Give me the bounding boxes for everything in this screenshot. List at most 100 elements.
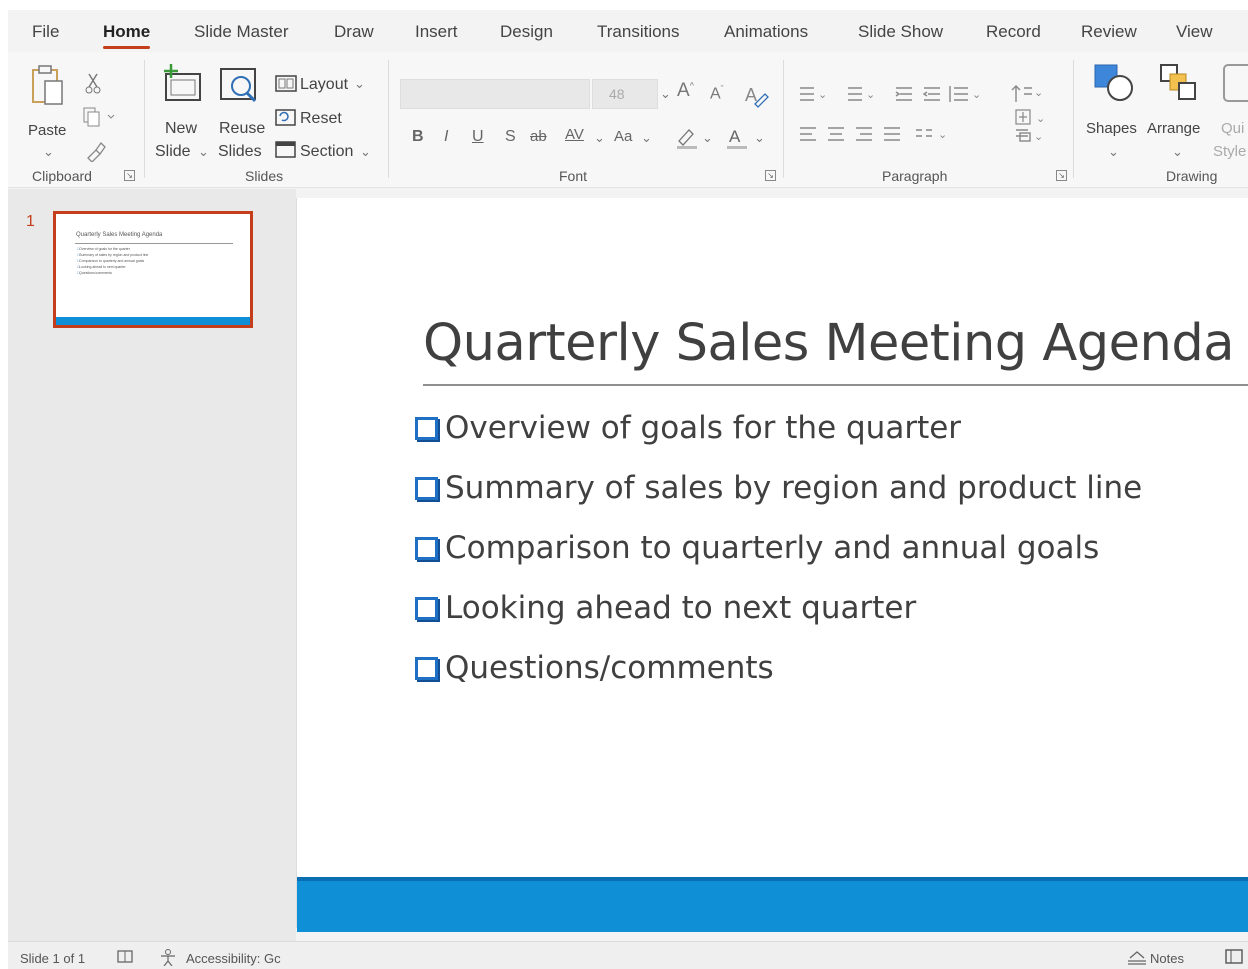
separator: [783, 60, 784, 178]
paragraph-launcher-icon[interactable]: ↘: [1056, 170, 1067, 181]
highlight-dropdown-icon[interactable]: ⌄: [702, 130, 713, 146]
layout-dropdown-icon[interactable]: ⌄: [354, 76, 365, 92]
new-slide-dropdown-icon[interactable]: ⌄: [198, 144, 209, 160]
slide-thumbnail[interactable]: Quarterly Sales Meeting Agenda Overview …: [53, 211, 253, 328]
clipboard-launcher-icon[interactable]: ↘: [124, 170, 135, 181]
font-size-value: 48: [609, 86, 625, 102]
highlight-icon[interactable]: [674, 124, 700, 150]
slide-title[interactable]: Quarterly Sales Meeting Agenda: [423, 314, 1234, 373]
character-spacing-icon[interactable]: AV: [565, 126, 584, 143]
slide-thumbnails-pane: 1 Quarterly Sales Meeting Agenda Overvie…: [8, 189, 296, 941]
thumbnail-title: Quarterly Sales Meeting Agenda: [76, 232, 163, 238]
change-case-icon[interactable]: Aa: [614, 128, 632, 145]
svg-text:A: A: [729, 127, 741, 146]
new-slide-icon[interactable]: [160, 62, 204, 104]
svg-text:⌄: ⌄: [972, 89, 981, 101]
reuse-slides-label-2[interactable]: Slides: [218, 143, 262, 161]
text-direction-icon[interactable]: ⌄: [1014, 106, 1054, 130]
reset-label[interactable]: Reset: [300, 110, 342, 128]
bullet-item[interactable]: Looking ahead to next quarter: [415, 578, 1142, 638]
increase-font-size-icon[interactable]: A^: [677, 80, 694, 102]
font-size-select[interactable]: 48: [592, 79, 658, 109]
slide-canvas[interactable]: Quarterly Sales Meeting Agenda Overview …: [296, 198, 1248, 932]
font-launcher-icon[interactable]: ↘: [765, 170, 776, 181]
layout-label[interactable]: Layout: [300, 76, 348, 94]
section-icon[interactable]: [274, 138, 298, 160]
quick-styles-icon[interactable]: [1220, 62, 1248, 106]
arrange-label[interactable]: Arrange: [1147, 120, 1200, 137]
arrange-icon[interactable]: [1158, 62, 1202, 106]
section-label[interactable]: Section: [300, 143, 353, 161]
slides-group-label: Slides: [245, 168, 284, 184]
italic-icon[interactable]: I: [444, 128, 448, 146]
new-slide-label-2[interactable]: Slide: [155, 143, 191, 161]
shapes-label[interactable]: Shapes: [1086, 120, 1137, 137]
strikethrough-icon[interactable]: ab: [530, 128, 547, 145]
font-color-icon[interactable]: A: [724, 124, 750, 150]
accessibility-icon[interactable]: [158, 948, 180, 966]
font-name-select[interactable]: [400, 79, 590, 109]
tab-animations[interactable]: Animations: [724, 22, 808, 42]
slide-footer-bar: [297, 877, 1248, 932]
svg-text:⌄: ⌄: [1034, 131, 1043, 143]
tab-slide-show[interactable]: Slide Show: [858, 22, 943, 42]
thumbnail-rule: [75, 243, 233, 244]
reuse-slides-label-1[interactable]: Reuse: [219, 120, 265, 138]
tab-transitions[interactable]: Transitions: [597, 22, 680, 42]
ribbon-home: Paste ⌄ Clipboard ↘ New Slide ⌄ Reuse Sl…: [8, 52, 1248, 188]
tab-home[interactable]: Home: [103, 22, 151, 49]
clear-formatting-icon[interactable]: A: [743, 82, 769, 108]
tab-design[interactable]: Design: [500, 22, 553, 42]
shapes-dropdown-icon[interactable]: ⌄: [1108, 144, 1119, 160]
tab-review[interactable]: Review: [1081, 22, 1137, 42]
decrease-font-size-icon[interactable]: Aˇ: [710, 84, 724, 103]
notes-button[interactable]: Notes: [1150, 951, 1184, 966]
separator: [388, 60, 389, 178]
thumbnail-footer-bar: [56, 317, 250, 325]
clipboard-group-label: Clipboard: [32, 168, 92, 184]
bullet-item[interactable]: Overview of goals for the quarter: [415, 398, 1142, 458]
character-spacing-dropdown-icon[interactable]: ⌄: [594, 130, 605, 146]
tab-file[interactable]: File: [32, 22, 59, 42]
ribbon-tabs: File Home Slide Master Draw Insert Desig…: [8, 10, 1248, 52]
drawing-group-label: Drawing: [1166, 168, 1218, 184]
svg-text:⌄: ⌄: [1036, 113, 1045, 125]
bullet-item[interactable]: Questions/comments: [415, 638, 1142, 698]
shapes-icon[interactable]: [1092, 62, 1140, 106]
tab-record[interactable]: Record: [986, 22, 1041, 42]
accessibility-status[interactable]: Accessibility: Gc: [186, 951, 281, 966]
quick-styles-label-2[interactable]: Style: [1213, 143, 1246, 160]
font-size-dropdown-icon[interactable]: ⌄: [660, 86, 671, 102]
bullet-list[interactable]: Overview of goals for the quarter Summar…: [415, 398, 1142, 698]
bullet-item[interactable]: Summary of sales by region and product l…: [415, 458, 1142, 518]
notes-icon[interactable]: [1126, 949, 1148, 965]
bold-icon[interactable]: B: [412, 128, 424, 146]
paste-icon[interactable]: [30, 64, 64, 106]
normal-view-icon[interactable]: [1224, 948, 1244, 966]
status-bar: Slide 1 of 1 Accessibility: Gc Notes: [8, 941, 1248, 969]
shadow-icon[interactable]: S: [505, 128, 516, 146]
new-slide-label-1[interactable]: New: [165, 120, 197, 138]
bullet-text: Comparison to quarterly and annual goals: [445, 530, 1100, 566]
copy-icon[interactable]: [82, 106, 116, 128]
tab-slide-master[interactable]: Slide Master: [194, 22, 288, 42]
layout-icon[interactable]: [274, 74, 298, 94]
spelling-check-icon[interactable]: [116, 949, 136, 965]
paste-dropdown-icon[interactable]: ⌄: [43, 144, 54, 160]
tab-view[interactable]: View: [1176, 22, 1213, 42]
paste-label[interactable]: Paste: [28, 122, 66, 139]
change-case-dropdown-icon[interactable]: ⌄: [641, 130, 652, 146]
reset-icon[interactable]: [274, 106, 298, 128]
format-painter-icon[interactable]: [84, 140, 106, 162]
checkbox-bullet-icon: [415, 536, 438, 560]
bullet-item[interactable]: Comparison to quarterly and annual goals: [415, 518, 1142, 578]
underline-icon[interactable]: U: [472, 128, 484, 146]
tab-insert[interactable]: Insert: [415, 22, 458, 42]
tab-draw[interactable]: Draw: [334, 22, 374, 42]
section-dropdown-icon[interactable]: ⌄: [360, 144, 371, 160]
cut-icon[interactable]: [84, 72, 102, 94]
quick-styles-label-1[interactable]: Qui: [1221, 120, 1244, 137]
font-color-dropdown-icon[interactable]: ⌄: [754, 130, 765, 146]
arrange-dropdown-icon[interactable]: ⌄: [1172, 144, 1183, 160]
reuse-slides-icon[interactable]: [218, 66, 264, 106]
